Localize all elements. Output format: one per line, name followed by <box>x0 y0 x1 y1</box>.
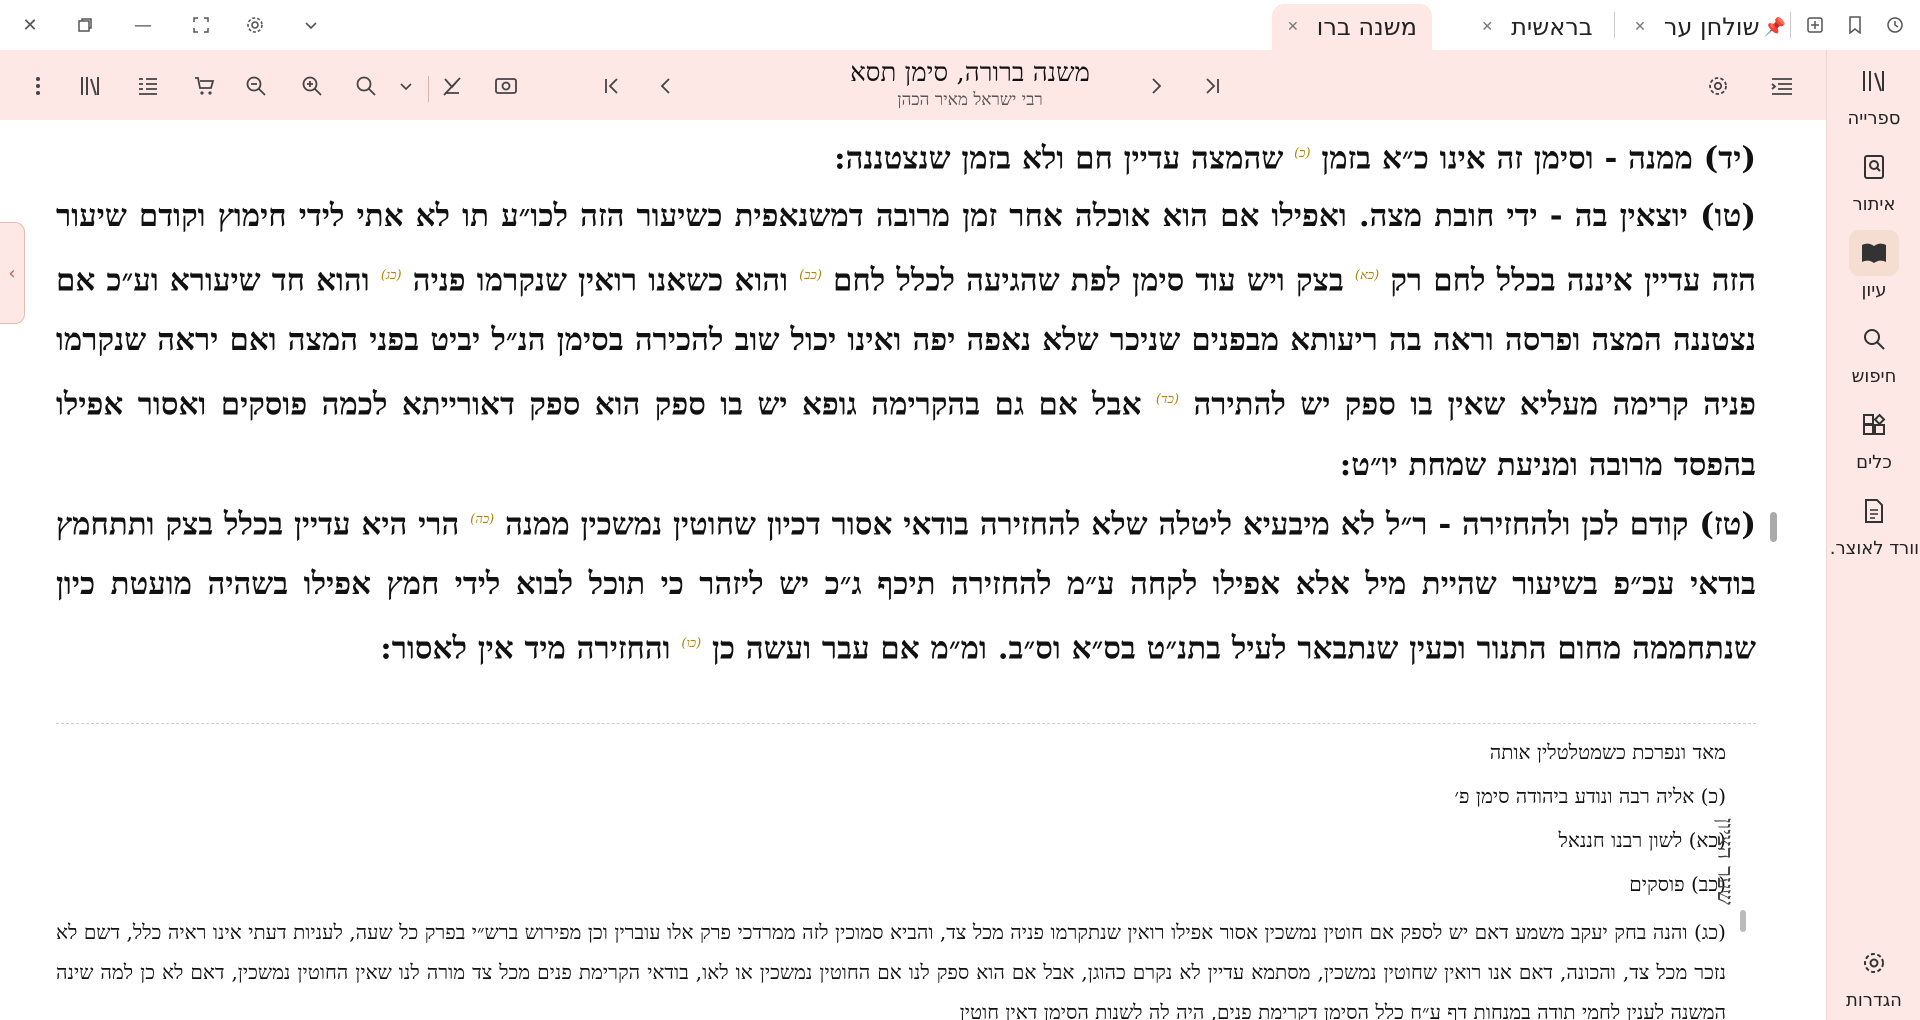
commentary-ref-marker[interactable]: (כו) <box>681 636 701 651</box>
restore-window-icon[interactable] <box>70 10 100 40</box>
history-icon[interactable] <box>1880 10 1910 40</box>
chevron-left-icon: ‹ <box>8 262 16 284</box>
gear-icon[interactable] <box>240 10 270 40</box>
sidebar-item-label: וורד לאוצר... <box>1829 538 1919 559</box>
tab-label: משנה ברו <box>1316 13 1417 41</box>
sidebar-item-label: עיון <box>1861 280 1887 301</box>
tab-separator <box>1790 12 1791 38</box>
toc-icon[interactable] <box>1766 70 1798 102</box>
sidebar-item-locate[interactable]: איתור <box>1827 144 1920 224</box>
list-view-icon[interactable] <box>132 70 164 102</box>
paragraph-text: (טז) קודם לכן ולהחזירה - ר״ל לא מיבעיא ל… <box>494 506 1756 543</box>
settings-icon[interactable] <box>1702 70 1734 102</box>
tab-bereshit[interactable]: בראשית ✕ <box>1462 4 1612 50</box>
minimize-window-icon[interactable]: — <box>128 10 158 40</box>
zoom-in-icon[interactable] <box>296 70 328 102</box>
paragraph-text: והחזירה מיד אין לאסור: <box>380 630 682 667</box>
close-tab-icon[interactable]: ✕ <box>1634 19 1646 35</box>
commentary-pane: מאד ונפרכת כשמטלטלין אותה (כ) אליה רבה ו… <box>56 730 1726 1020</box>
close-tab-icon[interactable]: ✕ <box>1287 19 1299 35</box>
sidebar-item-label: חיפוש <box>1851 366 1897 387</box>
tab-separator <box>1614 12 1615 38</box>
toolbar-separator <box>428 76 429 102</box>
commentary-line: (כ) אליה רבה ונודע ביהודה סימן פ׳ <box>1454 784 1726 808</box>
zoom-out-icon[interactable] <box>240 70 272 102</box>
tab-shulchan-aruch[interactable]: 📌 שולחן ער ✕ <box>1630 4 1790 50</box>
pane-divider[interactable] <box>56 723 1756 727</box>
sidebar-item-library[interactable]: ספרייה <box>1827 58 1920 138</box>
search-icon[interactable] <box>350 70 382 102</box>
more-options-icon[interactable] <box>22 70 54 102</box>
sidebar-item-label: ספרייה <box>1847 108 1901 129</box>
text-paragraph: (טו) יוצאין בה - ידי חובת מצה. ואפילו אם… <box>56 186 1756 495</box>
tab-label: שולחן ער <box>1663 13 1760 41</box>
paragraph-text: שהמצה עדיין חם ולא בזמן שנצטננה: <box>834 140 1295 177</box>
tools-icon <box>1849 402 1899 448</box>
pin-icon: 📌 <box>1763 16 1786 38</box>
commentary-paragraph: (כג) והנה בחק יעקב משמע דאם יש לספק אם ח… <box>56 920 1726 1020</box>
screenshot-icon[interactable] <box>490 70 522 102</box>
sidebar-item-label: כלים <box>1856 452 1892 473</box>
locate-icon <box>1849 144 1899 190</box>
tab-label: בראשית <box>1511 13 1593 41</box>
commentary-line: (כב) פוסקים <box>1629 872 1726 896</box>
commentary-line: מאד ונפרכת כשמטלטלין אותה <box>1489 740 1726 764</box>
main-text-area[interactable]: (יד) ממנה - וסימן זה אינו כ״א בזמן (כ) ש… <box>0 120 1826 725</box>
new-tab-icon[interactable] <box>1800 10 1830 40</box>
commentary-title: שער הציון <box>1712 818 1737 906</box>
first-page-icon[interactable] <box>596 70 628 102</box>
chevron-down-icon[interactable] <box>296 10 326 40</box>
previous-page-icon[interactable] <box>650 70 682 102</box>
expand-panel-handle[interactable]: ‹ <box>0 222 25 324</box>
paragraph-text: (יד) ממנה - וסימן זה אינו כ״א בזמן <box>1310 140 1756 177</box>
paragraph-text: בצק ויש עוד סימן לפת שהגיעה לכלל לחם <box>821 262 1355 299</box>
sidebar-item-study[interactable]: עיון <box>1827 230 1920 310</box>
sidebar-item-settings[interactable]: הגדרות <box>1827 940 1920 1020</box>
commentary-ref-marker[interactable]: (כה) <box>470 512 494 527</box>
commentary-line: (כא) לשון רבנו חננאל <box>1558 828 1726 852</box>
search-dropdown-icon[interactable] <box>396 70 416 102</box>
text-paragraph: (טז) קודם לכן ולהחזירה - ר״ל לא מיבעיא ל… <box>56 490 1756 679</box>
sidebar-item-label: איתור <box>1852 194 1896 215</box>
book-title: משנה ברורה, סימן תסא <box>850 58 1090 88</box>
commentary-scrollbar[interactable] <box>1740 910 1746 932</box>
navigation-sidebar: ספרייה איתור עיון חיפוש כלים וורד לאוצר.… <box>1826 50 1920 1020</box>
paragraph-text: והוא כשאנו רואין שנקרמו פניה <box>401 262 800 299</box>
gear-icon <box>1849 940 1899 986</box>
cart-icon[interactable] <box>188 70 220 102</box>
commentary-ref-marker[interactable]: (כא) <box>1355 268 1379 283</box>
commentary-ref-marker[interactable]: (כג) <box>381 268 402 283</box>
bookmark-icon[interactable] <box>1840 10 1870 40</box>
fullscreen-icon[interactable] <box>186 10 216 40</box>
main-scrollbar[interactable] <box>1770 512 1777 542</box>
library-icon <box>1849 58 1899 104</box>
commentary-ref-marker[interactable]: (כד) <box>1156 392 1179 407</box>
close-tab-icon[interactable]: ✕ <box>1481 19 1493 35</box>
close-window-icon[interactable]: ✕ <box>15 10 45 40</box>
sidebar-item-label: הגדרות <box>1846 990 1902 1011</box>
sidebar-item-word-to-otzar[interactable]: וורד לאוצר... <box>1827 488 1920 568</box>
text-paragraph: (יד) ממנה - וסימן זה אינו כ״א בזמן (כ) ש… <box>56 124 1756 188</box>
title-bar: ✕ — משנה ברו ✕ בראשית ✕ 📌 שולחן ער ✕ <box>0 0 1920 50</box>
tab-mishna-berura[interactable]: משנה ברו ✕ <box>1272 4 1432 50</box>
sidebar-item-search[interactable]: חיפוש <box>1827 316 1920 396</box>
book-author: רבי ישראל מאיר הכהן <box>897 90 1043 110</box>
no-vowels-icon[interactable] <box>436 70 468 102</box>
books-icon[interactable] <box>76 70 108 102</box>
commentary-ref-marker[interactable]: (כב) <box>799 268 822 283</box>
book-open-icon <box>1849 230 1899 276</box>
commentary-ref-marker[interactable]: (כ) <box>1294 146 1311 161</box>
search-icon <box>1849 316 1899 362</box>
document-icon <box>1849 488 1899 534</box>
sidebar-item-tools[interactable]: כלים <box>1827 402 1920 482</box>
